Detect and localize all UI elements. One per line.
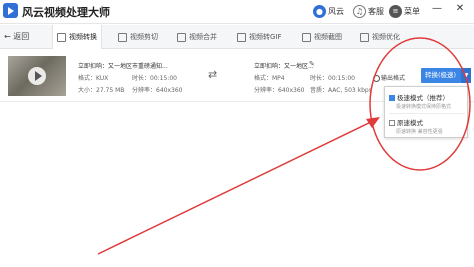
video-convert-icon: [57, 32, 66, 42]
tab-label: 视频转换: [69, 33, 97, 41]
edit-name-icon[interactable]: ✎: [309, 60, 315, 68]
back-button[interactable]: ← 返回: [4, 31, 29, 42]
screenshot-icon: [302, 32, 311, 42]
optimize-icon: [360, 32, 369, 42]
annotation-arrow-head: [366, 117, 380, 128]
tab-bar: ← 返回 视频转换 视频剪切 视频合并 视频转GIF 视频截图 视频优化: [0, 25, 474, 49]
tab-video-screenshot[interactable]: 视频截图: [298, 25, 346, 49]
tab-label: 视频合并: [189, 33, 217, 41]
fast-mode-label: 极速模式（推荐）: [397, 94, 449, 102]
play-icon[interactable]: [28, 67, 46, 85]
source-format: 格式：KUX: [78, 75, 109, 82]
close-button[interactable]: ✕: [454, 3, 466, 14]
source-resolution: 分辨率：640x360: [132, 87, 183, 94]
convert-dropdown-toggle[interactable]: ▼: [461, 68, 471, 83]
annotation-arrow-line: [97, 119, 376, 255]
tab-video-to-gif[interactable]: 视频转GIF: [233, 25, 286, 49]
normal-mode-option[interactable]: 原速模式: [389, 117, 423, 127]
headset-icon: ♫: [353, 5, 366, 18]
back-arrow-icon: ←: [4, 32, 11, 41]
target-audio: 音质：AAC, 503 kbps: [310, 87, 372, 94]
tab-video-cut[interactable]: 视频剪切: [114, 25, 162, 49]
target-title: 立即扣响：又一地区...: [254, 63, 314, 70]
video-thumbnail[interactable]: [8, 56, 66, 96]
tab-video-optimize[interactable]: 视频优化: [356, 25, 404, 49]
source-size: 大小：27.75 MB: [78, 87, 125, 94]
app-title: 风云视频处理大师: [22, 6, 110, 19]
fengyun-label: 风云: [328, 7, 344, 16]
fengyun-link[interactable]: ● 风云: [313, 5, 344, 18]
convert-button[interactable]: 转换(极速): [421, 68, 461, 83]
fengyun-logo-icon: ●: [313, 5, 326, 18]
output-format-label: 输出格式: [381, 75, 406, 82]
video-cut-icon: [118, 32, 127, 42]
customer-service-label: 客服: [368, 7, 384, 16]
app-logo-icon: [3, 3, 18, 18]
menu-button[interactable]: ≡ 菜单: [389, 5, 420, 18]
output-format-button[interactable]: 输出格式: [373, 73, 405, 82]
fast-mode-option[interactable]: 极速模式（推荐）: [389, 92, 449, 102]
dropdown-divider: [389, 113, 465, 114]
title-bar: 风云视频处理大师 ● 风云 ♫ 客服 ≡ 菜单 — ✕: [0, 0, 474, 24]
normal-mode-checkbox[interactable]: [389, 120, 395, 126]
normal-mode-desc: 原速转换 兼容性更强: [396, 129, 443, 135]
target-format: 格式：MP4: [254, 75, 285, 82]
customer-service-button[interactable]: ♫ 客服: [353, 5, 384, 18]
source-duration: 时长：00:15:00: [132, 75, 177, 82]
tab-video-merge[interactable]: 视频合并: [173, 25, 221, 49]
normal-mode-label: 原速模式: [397, 119, 423, 127]
convert-arrow-icon: ⇄: [208, 68, 218, 81]
tab-label: 视频转GIF: [249, 33, 282, 41]
fast-mode-desc: 极速转换模式保持原格式: [396, 104, 452, 110]
tab-label: 视频优化: [372, 33, 400, 41]
tab-video-convert[interactable]: 视频转换: [52, 25, 102, 49]
minimize-button[interactable]: —: [431, 3, 443, 14]
target-duration: 时长：00:15:00: [310, 75, 355, 82]
gif-icon: [237, 32, 246, 42]
tab-label: 视频截图: [314, 33, 342, 41]
tab-label: 视频剪切: [130, 33, 158, 41]
back-label: 返回: [13, 32, 30, 41]
gear-icon: [373, 75, 380, 82]
menu-label: 菜单: [404, 7, 420, 16]
source-title: 立即扣响：又一地区市重磅通知...: [78, 63, 168, 70]
fast-mode-checkbox[interactable]: [389, 95, 395, 101]
menu-icon: ≡: [389, 5, 402, 18]
convert-mode-dropdown: 极速模式（推荐） 极速转换模式保持原格式 原速模式 原速转换 兼容性更强: [384, 86, 468, 138]
video-merge-icon: [177, 32, 186, 42]
target-resolution: 分辨率：640x360: [254, 87, 305, 94]
